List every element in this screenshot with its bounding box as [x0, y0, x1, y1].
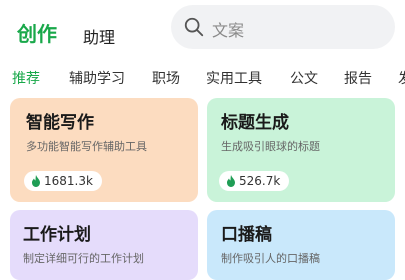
flame-icon [227, 175, 235, 187]
card-description: 生成吸引眼球的标题 [221, 140, 320, 153]
search-box[interactable]: 文案 [171, 5, 395, 49]
usage-count: 526.7k [239, 174, 281, 188]
category-tab-workplace[interactable]: 职场 [152, 68, 180, 88]
tab-create[interactable]: 创作 [17, 18, 57, 47]
usage-count: 1681.3k [44, 174, 93, 188]
search-placeholder[interactable]: 文案 [212, 17, 244, 41]
card-smart-writing[interactable]: 智能写作 多功能智能写作辅助工具 1681.3k [10, 98, 198, 202]
card-description: 多功能智能写作辅助工具 [26, 140, 147, 153]
category-tab-study-aid[interactable]: 辅助学习 [69, 68, 125, 88]
top-tab-bar: 创作 助理 文案 [0, 0, 405, 62]
usage-count-badge: 526.7k [219, 171, 290, 191]
flame-icon [32, 175, 40, 187]
card-title: 智能写作 [26, 113, 94, 133]
card-description: 制定详细可行的工作计划 [23, 252, 144, 265]
category-tab-recommended[interactable]: 推荐 [12, 68, 40, 88]
card-description: 制作吸引人的口播稿 [221, 252, 320, 265]
category-tabs: 推荐 辅助学习 职场 实用工具 公文 报告 发 [0, 64, 405, 92]
card-title: 标题生成 [221, 113, 289, 133]
card-title: 口播稿 [221, 225, 272, 245]
search-icon [184, 17, 204, 37]
category-tab-reports[interactable]: 报告 [344, 68, 372, 88]
category-tab-overflow[interactable]: 发 [398, 68, 405, 88]
category-tab-official-docs[interactable]: 公文 [290, 68, 318, 88]
card-title: 工作计划 [23, 225, 91, 245]
usage-count-badge: 1681.3k [24, 171, 102, 191]
card-voiceover-script[interactable]: 口播稿 制作吸引人的口播稿 [207, 210, 395, 280]
category-tab-tools[interactable]: 实用工具 [206, 68, 262, 88]
tab-assistant[interactable]: 助理 [83, 24, 115, 48]
card-work-plan[interactable]: 工作计划 制定详细可行的工作计划 [10, 210, 198, 280]
card-title-generator[interactable]: 标题生成 生成吸引眼球的标题 526.7k [207, 98, 395, 202]
